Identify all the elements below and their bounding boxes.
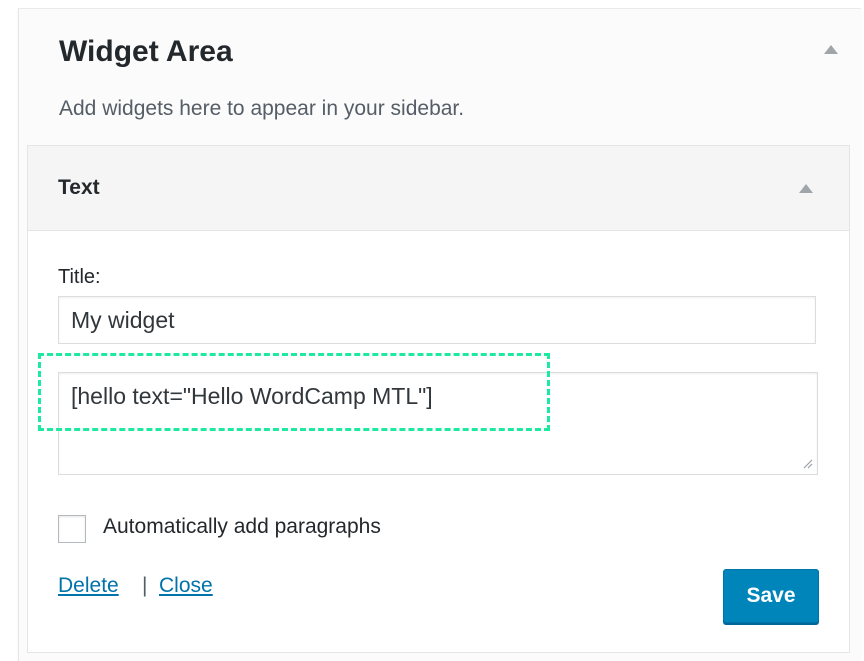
- widget-name: Text: [58, 176, 100, 199]
- title-field-label: Title:: [58, 266, 101, 288]
- arrow-up-icon[interactable]: [799, 184, 813, 193]
- resize-grip-icon[interactable]: [801, 457, 813, 469]
- save-button[interactable]: Save: [723, 569, 819, 623]
- widget-area-description: Add widgets here to appear in your sideb…: [59, 97, 465, 120]
- auto-paragraphs-checkbox[interactable]: [58, 515, 86, 543]
- delete-link[interactable]: Delete: [58, 574, 119, 598]
- content-textarea[interactable]: [hello text="Hello WordCamp MTL"]: [58, 372, 818, 475]
- title-input[interactable]: [58, 296, 816, 344]
- auto-paragraphs-label[interactable]: Automatically add paragraphs: [103, 515, 381, 539]
- text-widget: Text Title: [hello text="Hello WordCamp …: [27, 145, 850, 653]
- widget-header[interactable]: Text: [28, 146, 849, 231]
- widget-area-title: Widget Area: [59, 35, 233, 68]
- arrow-up-icon[interactable]: [824, 45, 838, 54]
- close-link[interactable]: Close: [159, 574, 213, 598]
- link-separator: |: [142, 574, 148, 597]
